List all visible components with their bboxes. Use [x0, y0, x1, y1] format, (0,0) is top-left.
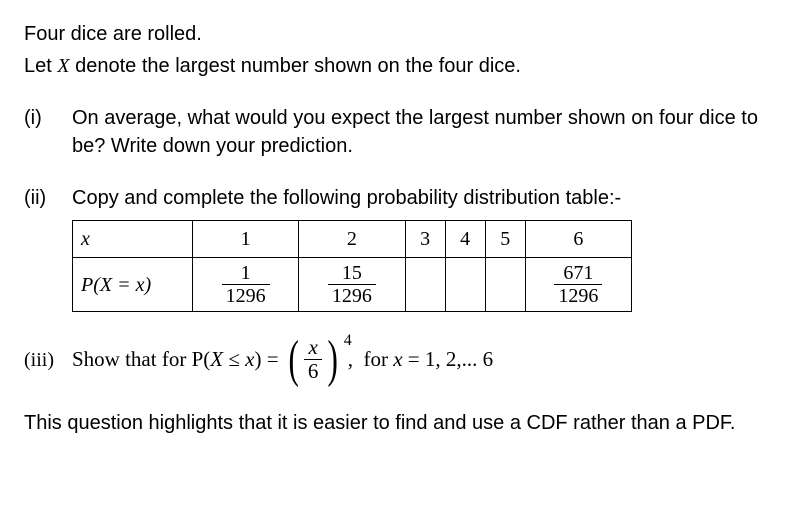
- fraction-numerator: 671: [559, 262, 597, 284]
- part-iii: (iii) Show that for P(X ≤ x) = ( x 6 ) 4…: [24, 336, 776, 383]
- footer-note: This question highlights that it is easi…: [24, 409, 776, 437]
- fraction-denominator: 1296: [222, 284, 270, 307]
- fraction-denominator: 1296: [328, 284, 376, 307]
- fraction-denominator: 6: [304, 359, 323, 383]
- row-header-px: P(X = x): [73, 258, 193, 312]
- cell-5: [485, 258, 525, 312]
- part-iii-label: (iii): [24, 346, 72, 374]
- col-header: 2: [299, 221, 405, 258]
- fraction-numerator: 1: [237, 262, 255, 284]
- part-i-body: On average, what would you expect the la…: [72, 104, 776, 160]
- part-i-label: (i): [24, 104, 72, 160]
- part-ii-text: Copy and complete the following probabil…: [72, 184, 776, 212]
- left-paren-icon: (: [288, 339, 298, 381]
- cell-3: [405, 258, 445, 312]
- col-header: 3: [405, 221, 445, 258]
- right-paren-icon: ): [328, 339, 338, 381]
- exponent: 4: [344, 330, 352, 352]
- col-header: 5: [485, 221, 525, 258]
- col-header: 4: [445, 221, 485, 258]
- col-header: 6: [525, 221, 631, 258]
- cell-2: 15 1296: [299, 258, 405, 312]
- fraction-denominator: 1296: [554, 284, 602, 307]
- paren-fraction: ( x 6 ) 4: [285, 336, 342, 383]
- variable-X: X: [57, 55, 69, 77]
- part-ii-label: (ii): [24, 184, 72, 312]
- cell-6: 671 1296: [525, 258, 631, 312]
- col-header: 1: [193, 221, 299, 258]
- part-ii-body: Copy and complete the following probabil…: [72, 184, 776, 312]
- part-iii-lead: Show that for P(X ≤ x) =: [72, 345, 279, 374]
- distribution-table: x 1 2 3 4 5 6 P(X = x) 1 1296: [72, 220, 632, 312]
- fraction-numerator: x: [304, 336, 321, 359]
- part-iii-body: Show that for P(X ≤ x) = ( x 6 ) 4 , for…: [72, 336, 776, 383]
- part-i: (i) On average, what would you expect th…: [24, 104, 776, 160]
- cell-4: [445, 258, 485, 312]
- part-iii-tail: , for x = 1, 2,... 6: [348, 345, 493, 374]
- table-row: P(X = x) 1 1296 15 1296: [73, 258, 632, 312]
- fraction: 1 1296: [222, 262, 270, 307]
- fraction: 15 1296: [328, 262, 376, 307]
- intro-line-2b: denote the largest number shown on the f…: [70, 55, 521, 77]
- intro-line-2: Let X denote the largest number shown on…: [24, 52, 776, 80]
- intro-block: Four dice are rolled. Let X denote the l…: [24, 20, 776, 80]
- intro-line-1: Four dice are rolled.: [24, 20, 776, 48]
- row-header-x: x: [73, 221, 193, 258]
- cell-1: 1 1296: [193, 258, 299, 312]
- intro-line-2a: Let: [24, 55, 57, 77]
- table-row: x 1 2 3 4 5 6: [73, 221, 632, 258]
- fraction: x 6: [304, 336, 323, 383]
- prob-expr: P(X = x): [81, 274, 151, 296]
- fraction-numerator: 15: [338, 262, 366, 284]
- fraction: 671 1296: [554, 262, 602, 307]
- part-ii: (ii) Copy and complete the following pro…: [24, 184, 776, 312]
